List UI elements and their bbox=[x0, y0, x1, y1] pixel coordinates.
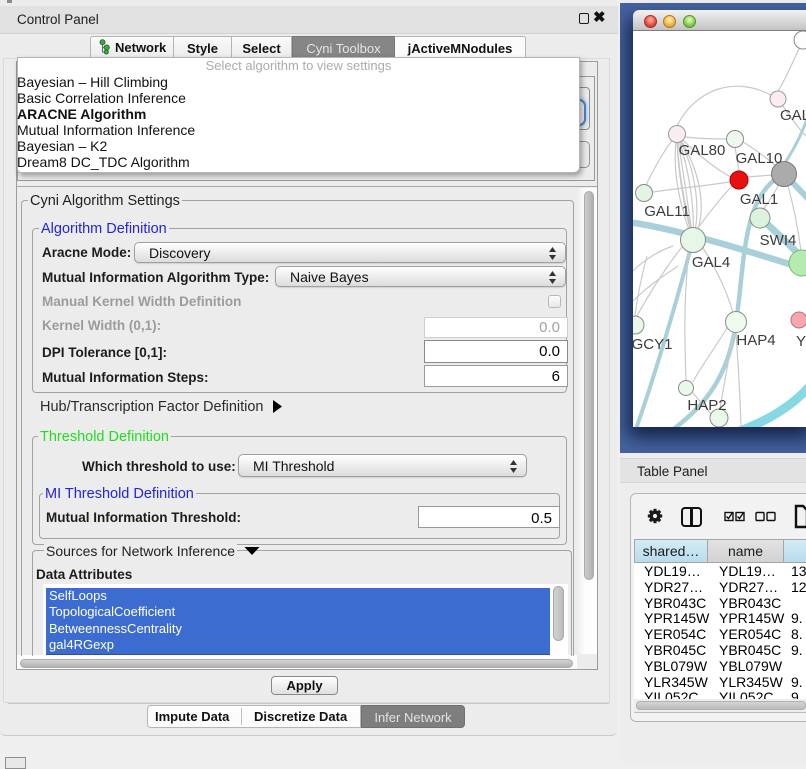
svg-text:GAL10: GAL10 bbox=[736, 150, 783, 167]
svg-text:Y: Y bbox=[796, 333, 806, 350]
svg-text:HAP4: HAP4 bbox=[736, 332, 775, 349]
svg-text:GAL80: GAL80 bbox=[679, 142, 726, 159]
svg-text:GAL4: GAL4 bbox=[692, 254, 730, 271]
svg-text:GCY1: GCY1 bbox=[633, 336, 672, 353]
svg-text:GAL: GAL bbox=[780, 107, 806, 124]
svg-text:SWI4: SWI4 bbox=[760, 232, 797, 249]
svg-text:GAL11: GAL11 bbox=[644, 203, 690, 220]
svg-text:GAL1: GAL1 bbox=[740, 191, 778, 208]
svg-text:HAP2: HAP2 bbox=[687, 397, 726, 414]
